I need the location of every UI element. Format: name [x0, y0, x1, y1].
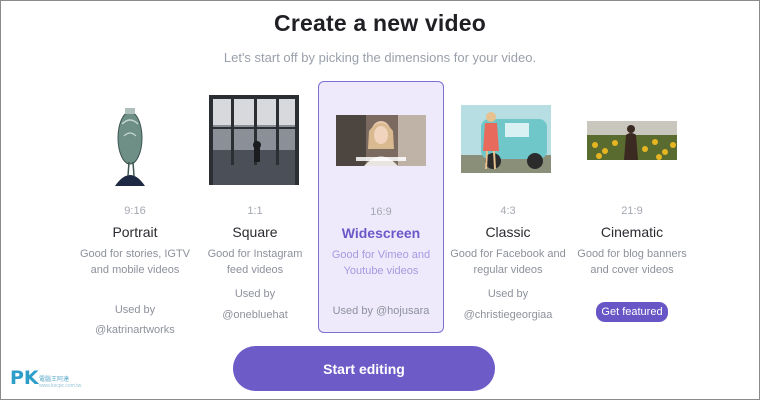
cinematic-thumbnail: [587, 121, 677, 160]
option-description: Good for Instagram feed videos: [207, 248, 303, 276]
option-name: Cinematic: [600, 224, 664, 240]
classic-thumbnail: [461, 105, 551, 173]
used-by-user: @christiegeorgiaa: [463, 309, 553, 321]
pk-logo-text: PK: [10, 367, 39, 389]
used-by-label: Used by: [114, 304, 156, 316]
square-thumbnail: [209, 95, 299, 185]
badge-wrapper: Get featured: [569, 302, 695, 322]
widescreen-thumbnail: [336, 115, 426, 166]
option-name: Classic: [485, 224, 531, 240]
get-featured-badge[interactable]: Get featured: [596, 302, 668, 322]
used-by-user: @hojusara: [376, 305, 430, 317]
option-name: Square: [232, 224, 278, 240]
option-card-widescreen[interactable]: 16:9 Widescreen Good for Vimeo and Youtu…: [318, 81, 444, 333]
page-subtitle: Let's start off by picking the dimension…: [223, 50, 537, 65]
watermark-caption-small: www.kocpc.com.tw: [39, 383, 82, 389]
option-description: Good for stories, IGTV and mobile videos: [79, 248, 191, 276]
option-description: Good for Vimeo and Youtube videos: [331, 249, 431, 277]
create-video-dialog: Create a new video Let's start off by pi…: [0, 0, 760, 400]
ratio-label: 9:16: [124, 205, 146, 217]
option-card-square[interactable]: 1:1 Square Good for Instagram feed video…: [192, 81, 318, 333]
ratio-label: 1:1: [247, 205, 263, 217]
used-by-text: Used by @hojusara: [319, 303, 443, 319]
watermark-caption: 電腦王阿達: [39, 377, 70, 383]
ratio-label: 16:9: [370, 206, 392, 218]
option-name: Widescreen: [341, 225, 421, 241]
page-title: Create a new video: [274, 10, 486, 36]
used-by-label: Used by: [487, 288, 529, 300]
used-by-label: Used by: [234, 288, 276, 300]
option-description: Good for blog banners and cover videos: [577, 248, 687, 276]
used-by-label: Used by: [332, 305, 373, 317]
option-card-classic[interactable]: 4:3 Classic Good for Facebook and regula…: [445, 81, 571, 333]
portrait-thumbnail: [105, 96, 155, 186]
start-editing-button[interactable]: Start editing: [233, 346, 495, 391]
ratio-label: 4:3: [500, 205, 516, 217]
ratio-label: 21:9: [621, 205, 643, 217]
used-by-user: @katrinartworks: [95, 324, 175, 336]
used-by-user: @onebluehat: [222, 309, 288, 321]
option-description: Good for Facebook and regular videos: [450, 248, 566, 276]
option-name: Portrait: [112, 224, 158, 240]
watermark-logo: PK 電腦王阿達 www.kocpc.com.tw: [10, 367, 81, 395]
option-card-portrait[interactable]: 9:16 Portrait Good for stories, IGTV and…: [72, 81, 198, 336]
option-card-cinematic[interactable]: 21:9 Cinematic Good for blog banners and…: [569, 81, 695, 333]
